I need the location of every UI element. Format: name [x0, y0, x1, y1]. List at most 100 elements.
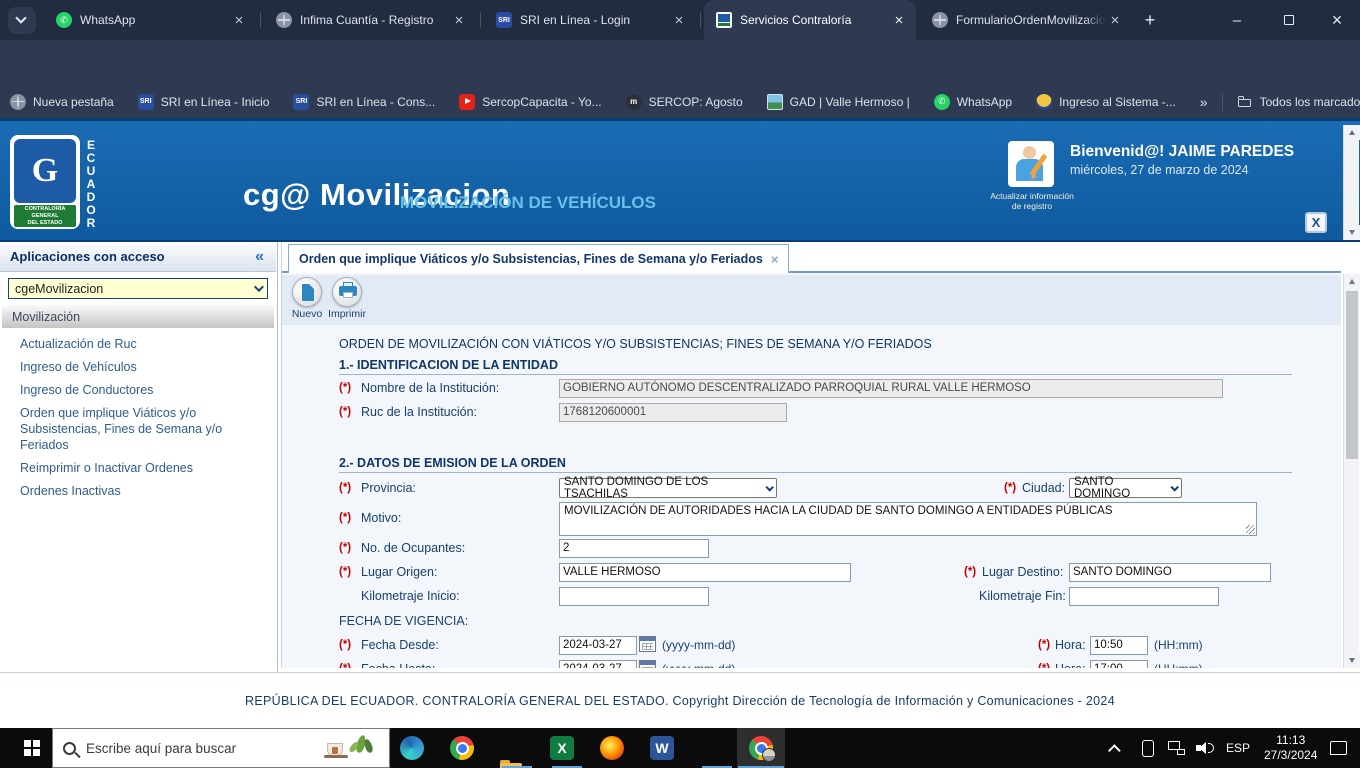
tab-label: WhatsApp	[80, 13, 136, 27]
tab-close-icon[interactable]: ×	[230, 12, 248, 29]
fecha-desde-field[interactable]: 2024-03-27	[559, 636, 637, 655]
nombre-institucion-field[interactable]: GOBIERNO AUTÓNOMO DESCENTRALIZADO PARROQ…	[559, 379, 1223, 398]
tab-close-icon[interactable]: ×	[890, 12, 908, 29]
lugar-origen-field[interactable]: VALLE HERMOSO	[559, 563, 851, 582]
sidebar-item-ingreso-conductores[interactable]: Ingreso de Conductores	[20, 382, 264, 398]
km-fin-field[interactable]	[1069, 587, 1219, 606]
ocupantes-field[interactable]: 2	[559, 539, 709, 558]
taskbar-excel-icon[interactable]: X	[550, 736, 574, 760]
window-close-button[interactable]: ×	[1314, 0, 1360, 40]
search-placeholder: Escribe aquí para buscar	[86, 740, 237, 756]
ciudad-select[interactable]: SANTO DOMINGO	[1069, 476, 1182, 500]
taskbar-edge-icon[interactable]	[400, 736, 424, 760]
scroll-up-icon[interactable]	[1344, 125, 1360, 140]
application-select[interactable]: cgeMovilizacion	[8, 278, 268, 299]
lugar-destino-field[interactable]: SANTO DOMINGO	[1069, 563, 1271, 582]
sidebar-collapse-icon[interactable]: «	[255, 248, 264, 266]
tray-network-icon[interactable]	[1168, 728, 1185, 768]
tray-clock[interactable]: 11:13 27/3/2024	[1264, 728, 1317, 768]
welcome-text: Bienvenid@! JAIME PAREDES	[1070, 143, 1295, 160]
tab-sri-login[interactable]: SRI SRI en Línea - Login ×	[484, 0, 696, 40]
start-button[interactable]	[12, 728, 52, 768]
hora-desde-field[interactable]: 10:50	[1090, 636, 1148, 655]
globe-icon	[10, 93, 26, 110]
tab-close-icon[interactable]: ×	[450, 12, 468, 29]
maximize-icon	[1284, 15, 1294, 25]
whatsapp-icon: ✆	[933, 93, 950, 110]
tab-infima-cuantia[interactable]: Infima Cuantía - Registro ×	[264, 0, 476, 40]
all-bookmarks-button[interactable]: Todos los marcadores	[1237, 94, 1360, 110]
action-center-icon[interactable]	[1330, 728, 1347, 768]
scroll-down-icon[interactable]	[1344, 225, 1360, 240]
bookmark-nueva-pestana[interactable]: Nueva pestaña	[10, 93, 114, 110]
tray-phone-icon[interactable]	[1142, 728, 1154, 768]
fecha-hasta-field[interactable]: 2024-03-27	[559, 660, 637, 668]
tab-separator	[480, 12, 481, 28]
tab-close-icon[interactable]: ×	[1106, 12, 1124, 29]
bookmarks-overflow-icon[interactable]: »	[1200, 94, 1208, 110]
tab-whatsapp[interactable]: ✆ WhatsApp ×	[44, 0, 256, 40]
chevron-down-icon	[15, 12, 27, 24]
bookmark-ingreso-sistema[interactable]: Ingreso al Sistema -...	[1036, 93, 1176, 110]
new-button[interactable]: Nuevo	[288, 277, 326, 320]
form-title: ORDEN DE MOVILIZACIÓN CON VIÁTICOS Y/O S…	[339, 337, 932, 351]
bookmark-sercop-agosto[interactable]: m SERCOP: Agosto	[625, 93, 743, 110]
tab-orden-viaticos[interactable]: Orden que implique Viáticos y/o Subsiste…	[288, 244, 790, 273]
window-minimize-button[interactable]: –	[1214, 0, 1260, 40]
taskbar-chrome-icon[interactable]	[450, 736, 474, 760]
sidebar-item-reimprimir-inactivar[interactable]: Reimprimir o Inactivar Ordenes	[20, 460, 264, 476]
sidebar-item-ingreso-vehiculos[interactable]: Ingreso de Vehículos	[20, 359, 264, 375]
resize-handle-icon[interactable]	[1246, 525, 1255, 534]
search-daily-image	[323, 731, 379, 765]
print-button[interactable]: Imprimir	[328, 277, 366, 320]
hora-hasta-field[interactable]: 17:00	[1090, 660, 1148, 668]
windows-logo-icon	[24, 740, 40, 756]
sidebar-item-ordenes-inactivas[interactable]: Ordenes Inactivas	[20, 483, 264, 499]
tab-formulario-orden[interactable]: FormularioOrdenMovilizacio ×	[920, 0, 1132, 40]
motivo-textarea[interactable]: MOVILIZACIÓN DE AUTORIDADES HACIA LA CIU…	[559, 502, 1257, 536]
taskbar-word-icon[interactable]: W	[650, 736, 674, 760]
bookmark-sri-inicio[interactable]: SRI SRI en Línea - Inicio	[137, 93, 269, 110]
bookmark-whatsapp[interactable]: ✆ WhatsApp	[933, 93, 1012, 110]
taskbar-search[interactable]: Escribe aquí para buscar	[52, 728, 390, 768]
ruc-institucion-field[interactable]: 1768120600001	[559, 403, 787, 422]
tab-search-button[interactable]	[8, 7, 36, 34]
tab-close-icon[interactable]: ×	[670, 12, 688, 29]
calendar-icon[interactable]	[639, 660, 656, 668]
taskbar-chrome-active-slot[interactable]	[737, 728, 785, 768]
tray-volume-icon[interactable]	[1196, 728, 1214, 768]
km-inicio-label: Kilometraje Inicio:	[361, 589, 460, 603]
ecuador-icon	[1036, 93, 1053, 110]
lugar-destino-label: Lugar Destino:	[982, 565, 1064, 579]
sidebar-item-actualizacion-ruc[interactable]: Actualización de Ruc	[20, 336, 264, 352]
whatsapp-icon: ✆	[56, 12, 72, 28]
sidebar-item-orden-viaticos[interactable]: Orden que implique Viáticos y/o Subsiste…	[20, 405, 264, 453]
bookmark-gad-valle-hermoso[interactable]: GAD | Valle Hermoso |	[766, 93, 910, 110]
new-tab-button[interactable]: +	[1138, 8, 1162, 32]
tab-servicios-contraloria-active[interactable]: Servicios Contraloría ×	[704, 0, 916, 40]
tray-language-indicator[interactable]: ESP	[1226, 728, 1250, 768]
provincia-select[interactable]: SANTO DOMINGO DE LOS TSACHILAS	[559, 476, 777, 500]
scroll-up-icon[interactable]	[1344, 274, 1360, 289]
header-scrollbar[interactable]	[1343, 125, 1360, 240]
tab-close-icon[interactable]: ×	[771, 252, 779, 267]
app-close-button[interactable]: X	[1305, 212, 1327, 233]
content-scrollbar[interactable]	[1343, 274, 1360, 668]
tray-expand-chevron-icon[interactable]	[1108, 728, 1121, 768]
taskbar-firefox-icon[interactable]	[600, 736, 624, 760]
bookmark-sercopcapacita[interactable]: SercopCapacita - Yo...	[459, 93, 602, 110]
update-registration-button[interactable]	[1008, 141, 1054, 187]
bookmark-sri-consultas[interactable]: SRI SRI en Línea - Cons...	[293, 93, 435, 110]
km-inicio-field[interactable]	[559, 587, 709, 606]
sidebar-menu: Actualización de Ruc Ingreso de Vehículo…	[20, 336, 264, 506]
section1-title: 1.- IDENTIFICACION DE LA ENTIDAD	[339, 358, 558, 372]
scrollbar-thumb[interactable]	[1345, 291, 1358, 459]
calendar-icon[interactable]	[639, 636, 656, 652]
required-mark: (*)	[339, 639, 352, 651]
window-maximize-button[interactable]	[1266, 0, 1312, 40]
sri-icon: SRI	[293, 93, 310, 110]
tray-date: 27/3/2024	[1264, 748, 1318, 762]
scroll-down-icon[interactable]	[1344, 653, 1360, 668]
sercop-icon: m	[625, 93, 642, 110]
header-date: miércoles, 27 de marzo de 2024	[1070, 163, 1249, 177]
